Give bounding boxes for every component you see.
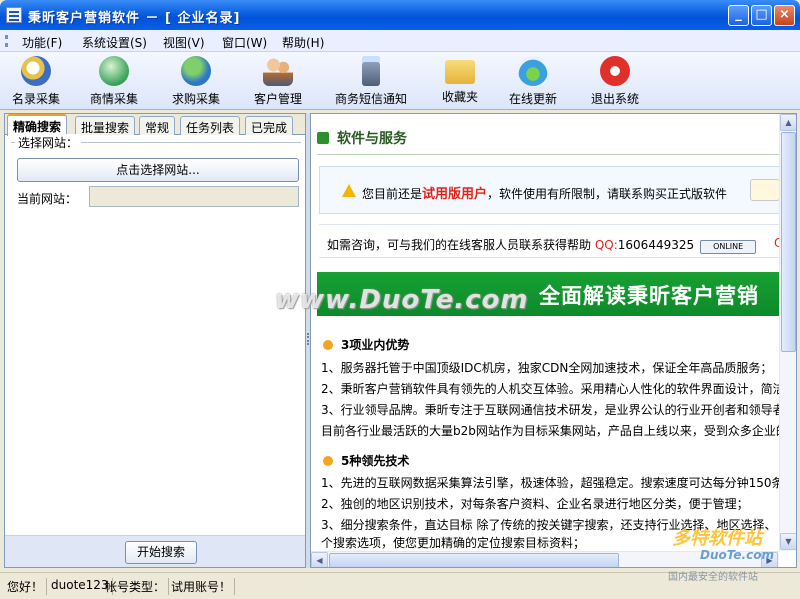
consult-row: 如需咨询，可与我们的在线客服人员联系获得帮助 QQ:1606449325 ONLI… bbox=[319, 224, 779, 258]
menu-function[interactable]: 功能(F) bbox=[22, 34, 62, 51]
toolbar: 名录采集 商情采集 求购采集 客户管理 商务短信通知 收藏夹 在线更新 退出系统 bbox=[0, 52, 800, 110]
technologies-title: 5种领先技术 bbox=[323, 452, 409, 469]
close-button[interactable]: × bbox=[774, 5, 795, 26]
customer-manage-button[interactable]: 客户管理 bbox=[242, 54, 314, 108]
window-title: 秉昕客户营销软件 － [ 企业名录] bbox=[28, 11, 241, 26]
tab-batch-search[interactable]: 批量搜索 bbox=[75, 116, 136, 135]
technology-line: 1、先进的互联网数据采集算法引擎，极速体验，超强稳定。搜索速度可达每分钟150条 bbox=[321, 476, 779, 490]
globe-search-icon bbox=[99, 56, 129, 86]
site-watermark: www.DuoTe.com bbox=[275, 285, 529, 315]
brand-watermark-site: DuoTe.com bbox=[700, 548, 774, 562]
search-panel: 精确搜索 批量搜索 常规 任务列表 已完成 选择网站： 点击选择网站... 当前… bbox=[4, 113, 306, 568]
vertical-scroll-thumb[interactable] bbox=[781, 132, 796, 352]
advantage-line: 3、行业领导品牌。秉昕专注于互联网通信技术研发，是业界公认的行业开创者和领导者 bbox=[321, 403, 779, 417]
minimize-button[interactable]: _ bbox=[728, 5, 749, 26]
search-action-bar: 开始搜索 bbox=[5, 535, 305, 567]
scroll-left-icon[interactable]: ◀ bbox=[311, 552, 328, 567]
stop-icon bbox=[600, 56, 630, 86]
online-update-button[interactable]: 在线更新 bbox=[497, 54, 569, 108]
menu-window[interactable]: 窗口(W) bbox=[222, 34, 267, 51]
section-title: 软件与服务 bbox=[337, 131, 407, 147]
current-site-label: 当前网站： bbox=[17, 192, 78, 206]
search-tabs: 精确搜索 批量搜索 常规 任务列表 已完成 bbox=[5, 114, 305, 136]
start-search-button[interactable]: 开始搜索 bbox=[125, 541, 197, 564]
users-icon bbox=[263, 56, 293, 86]
advantages-title: 3项业内优势 bbox=[323, 336, 409, 353]
qq-number: 1606449325 bbox=[617, 238, 695, 252]
status-greeting: 您好！ bbox=[4, 578, 48, 595]
site-group-label: 选择网站： bbox=[15, 134, 82, 151]
site-group: 选择网站： bbox=[11, 134, 301, 222]
purchase-collect-button[interactable]: 求购采集 bbox=[160, 54, 232, 108]
tab-task-list[interactable]: 任务列表 bbox=[180, 116, 241, 135]
advantage-line: 2、秉昕客户营销软件具有领先的人机交互体验。采用精心人性化的软件界面设计，简洁 bbox=[321, 382, 779, 396]
warning-icon bbox=[342, 184, 356, 197]
bullet-icon bbox=[323, 340, 333, 350]
technology-line: 个搜索选项，使您更加精确的定位搜索目标资料； bbox=[321, 536, 586, 550]
menu-help[interactable]: 帮助(H) bbox=[282, 34, 324, 51]
info-content: 软件与服务 您目前还是试用版用户，软件使用有所限制，请联系购买正式版软件 如需咨… bbox=[311, 114, 779, 551]
brand-watermark-slogan: 国内最安全的软件站 bbox=[668, 572, 758, 583]
favorites-button[interactable]: 收藏夹 bbox=[424, 54, 496, 108]
info-panel: 软件与服务 您目前还是试用版用户，软件使用有所限制，请联系购买正式版软件 如需咨… bbox=[310, 113, 797, 568]
trial-notice: 您目前还是试用版用户，软件使用有所限制，请联系购买正式版软件 bbox=[319, 166, 779, 214]
trial-label: 试用版用户 bbox=[422, 187, 488, 202]
tab-completed[interactable]: 已完成 bbox=[245, 116, 294, 135]
menu-bar: 功能(F) 系统设置(S) 视图(V) 窗口(W) 帮助(H) bbox=[0, 30, 800, 52]
brand-watermark: 多特软件站 DuoTe.com 国内最安全的软件站 bbox=[660, 516, 800, 596]
current-site-field[interactable] bbox=[89, 186, 299, 207]
business-collect-button[interactable]: 商情采集 bbox=[78, 54, 150, 108]
consult-text: 如需咨询，可与我们的在线客服人员联系获得帮助 QQ:1606449325 ONLI… bbox=[327, 236, 757, 254]
trial-notice-text: 您目前还是试用版用户，软件使用有所限制，请联系购买正式版软件 bbox=[362, 187, 728, 202]
brand-watermark-title: 多特软件站 bbox=[672, 528, 762, 549]
scroll-up-icon[interactable]: ▲ bbox=[780, 114, 796, 131]
folder-icon bbox=[445, 60, 475, 84]
advantage-line: 目前各行业最活跃的大量b2b网站作为目标采集网站，产品自上线以来，受到众多企业的 bbox=[321, 424, 779, 438]
bullet-icon bbox=[323, 456, 333, 466]
promo-banner-text: 全面解读秉昕客户营销 bbox=[539, 284, 759, 308]
update-icon bbox=[518, 56, 548, 86]
status-account-type-label: 帐号类型： bbox=[102, 578, 170, 595]
globe-icon bbox=[181, 56, 211, 86]
directory-collect-button[interactable]: 名录采集 bbox=[0, 54, 72, 108]
sms-notice-button[interactable]: 商务短信通知 bbox=[331, 54, 411, 108]
menu-view[interactable]: 视图(V) bbox=[163, 34, 205, 51]
magnifier-icon bbox=[21, 56, 51, 86]
qq-online-badge[interactable]: ONLINE bbox=[700, 240, 757, 254]
menu-settings[interactable]: 系统设置(S) bbox=[82, 34, 147, 51]
divider bbox=[317, 154, 779, 155]
advantage-line: 1、服务器托管于中国顶级IDC机房，独家CDN全网加速技术，保证全年高品质服务； bbox=[321, 361, 773, 375]
pick-site-button[interactable]: 点击选择网站... bbox=[17, 158, 299, 182]
status-account-type: 试用账号！ bbox=[168, 578, 236, 595]
tab-exact-search[interactable]: 精确搜索 bbox=[7, 114, 68, 136]
buy-icon[interactable] bbox=[750, 179, 779, 201]
section-header: 软件与服务 bbox=[317, 128, 407, 148]
tab-general[interactable]: 常规 bbox=[139, 116, 176, 135]
exit-button[interactable]: 退出系统 bbox=[579, 54, 651, 108]
arrow-icon bbox=[317, 132, 329, 144]
app-icon[interactable] bbox=[6, 7, 22, 23]
title-bar[interactable]: 秉昕客户营销软件 － [ 企业名录] _ □ × bbox=[0, 0, 800, 30]
technology-line: 2、独创的地区识别技术，对每条客户资料、企业名录进行地区分类，便于管理； bbox=[321, 497, 749, 511]
menu-grip-icon bbox=[5, 35, 8, 47]
phone-icon bbox=[362, 56, 380, 86]
horizontal-scroll-thumb[interactable] bbox=[329, 553, 619, 567]
vertical-scrollbar[interactable]: ▲ ▼ bbox=[779, 114, 796, 551]
maximize-button[interactable]: □ bbox=[751, 5, 772, 26]
qq-label: QQ: bbox=[594, 238, 618, 252]
